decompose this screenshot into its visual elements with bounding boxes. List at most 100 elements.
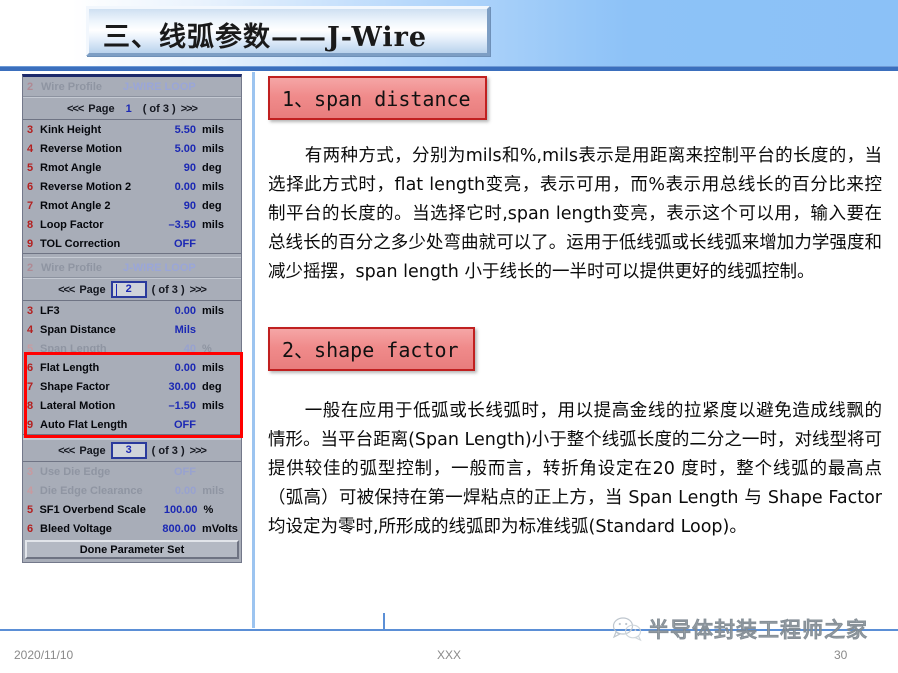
parameter-name: Lateral Motion — [40, 399, 116, 412]
parameter-value[interactable]: 90 — [142, 162, 202, 174]
parameter-unit: mils — [202, 142, 225, 155]
parameter-index: 6 — [27, 180, 34, 193]
parameter-unit: deg — [202, 161, 222, 174]
parameter-row[interactable]: 8 Loop Factor –3.50 mils — [23, 215, 241, 234]
page-navigator[interactable]: <<< Page 1 ( of 3 ) >>> — [23, 97, 241, 120]
parameter-value[interactable]: 90 — [142, 200, 202, 212]
parameter-unit: deg — [202, 199, 222, 212]
page-label: Page — [79, 283, 106, 296]
parameter-name: Die Edge Clearance — [39, 484, 143, 497]
parameter-row[interactable]: 9 TOL Correction OFF — [23, 234, 241, 253]
parameter-index: 8 — [27, 218, 34, 231]
next-page-button[interactable]: >>> — [190, 284, 207, 296]
next-page-button[interactable]: >>> — [181, 103, 198, 115]
parameter-row[interactable]: 9 Auto Flat Length OFF — [23, 415, 241, 434]
parameter-value[interactable]: 5.00 — [142, 143, 202, 155]
parameter-value[interactable]: 5.50 — [142, 124, 202, 136]
parameter-value[interactable]: 40 — [142, 343, 202, 355]
section-1-paragraph: 有两种方式，分别为mils和%,mils表示是用距离来控制平台的长度的，当选择此… — [268, 146, 882, 282]
parameter-row[interactable]: 7 Rmot Angle 2 90 deg — [23, 196, 241, 215]
parameter-row[interactable]: 7 Shape Factor 30.00 deg — [23, 377, 241, 396]
parameter-index: 5 — [27, 503, 34, 516]
parameter-row[interactable]: 8 Lateral Motion –1.50 mils — [23, 396, 241, 415]
parameter-row[interactable]: 3 Kink Height 5.50 mils — [23, 120, 241, 139]
wechat-icon — [612, 617, 642, 642]
prev-page-button[interactable]: <<< — [67, 103, 84, 115]
parameter-value[interactable]: Mils — [142, 324, 202, 336]
page-number-input[interactable]: 3 — [110, 442, 147, 459]
parameter-index: 3 — [27, 304, 34, 317]
wire-profile-value[interactable]: J-WIRE LOOP — [123, 262, 196, 274]
prev-page-button[interactable]: <<< — [58, 445, 75, 457]
heading-2-wrap: 2、shape factor — [268, 327, 882, 371]
parameter-name: Flat Length — [40, 361, 100, 374]
parameter-value[interactable]: OFF — [142, 419, 202, 431]
parameter-name: Span Distance — [40, 323, 116, 336]
parameter-row[interactable]: 6 Bleed Voltage 800.00 mVolts — [23, 519, 241, 538]
parameter-unit: mils — [202, 361, 225, 374]
parameter-row[interactable]: 5 Rmot Angle 90 deg — [23, 158, 241, 177]
page-count-label: ( of 3 ) — [151, 283, 185, 296]
parameter-index: 9 — [27, 418, 34, 431]
page-navigator[interactable]: <<< Page 2 ( of 3 ) >>> — [23, 278, 241, 301]
parameter-value[interactable]: –1.50 — [142, 400, 202, 412]
content-column: 1、span distance 有两种方式，分别为mils和%,mils表示是用… — [268, 76, 882, 542]
column-divider — [252, 72, 255, 628]
parameter-unit: mils — [202, 218, 225, 231]
parameter-name: Rmot Angle — [40, 161, 102, 174]
parameter-row[interactable]: 3 Use Die Edge OFF — [23, 462, 241, 481]
parameter-row[interactable]: 6 Reverse Motion 2 0.00 mils — [23, 177, 241, 196]
parameter-value[interactable]: 0.00 — [142, 305, 202, 317]
wire-profile-row[interactable]: 2 Wire Profile J-WIRE LOOP — [23, 77, 241, 97]
parameter-value[interactable]: 100.00 — [146, 504, 204, 516]
parameter-name: Shape Factor — [40, 380, 110, 393]
footer-tick-mark — [383, 613, 385, 629]
parameter-row[interactable]: 5 SF1 Overbend Scale 100.00% — [23, 500, 241, 519]
next-page-button[interactable]: >>> — [190, 445, 207, 457]
wire-profile-value[interactable]: J-WIRE LOOP — [123, 81, 196, 93]
row-index: 2 — [27, 80, 34, 93]
done-parameter-set-button[interactable]: Done Parameter Set — [25, 540, 239, 559]
parameter-name: Auto Flat Length — [40, 418, 128, 431]
page-number-input[interactable]: 2 — [110, 281, 147, 298]
footer-date: 2020/11/10 — [14, 648, 74, 662]
parameter-index: 4 — [27, 142, 34, 155]
parameter-index: 3 — [27, 123, 34, 136]
prev-page-button[interactable]: <<< — [58, 284, 75, 296]
parameter-index: 9 — [27, 237, 34, 250]
parameter-value[interactable]: 800.00 — [142, 523, 202, 535]
page-label: Page — [88, 102, 115, 115]
parameter-name: Reverse Motion — [40, 142, 122, 155]
parameter-row[interactable]: 4 Span Distance Mils — [23, 320, 241, 339]
heading-1-wrap: 1、span distance — [268, 76, 882, 120]
parameter-value[interactable]: 0.00 — [142, 181, 202, 193]
page-label: Page — [79, 444, 106, 457]
parameter-value[interactable]: 0.00 — [142, 362, 202, 374]
parameter-unit: mVolts — [202, 522, 238, 535]
parameter-row[interactable]: 4 Reverse Motion 5.00 mils — [23, 139, 241, 158]
parameter-row[interactable]: 5 Span Length 40% — [23, 339, 241, 358]
parameter-value[interactable]: 0.00 — [143, 485, 203, 497]
wire-profile-row[interactable]: 2 Wire Profile J-WIRE LOOP — [23, 258, 241, 278]
parameter-name: TOL Correction — [40, 237, 121, 250]
parameter-unit: mils — [202, 180, 225, 193]
parameter-row[interactable]: 4 Die Edge Clearance 0.00 mils — [23, 481, 241, 500]
page-count-label: ( of 3 ) — [142, 102, 176, 115]
parameter-row[interactable]: 3 LF3 0.00 mils — [23, 301, 241, 320]
parameter-index: 4 — [27, 484, 34, 497]
wire-profile-label: Wire Profile — [41, 80, 103, 93]
parameter-index: 3 — [27, 465, 34, 478]
wire-parameter-panel[interactable]: 2 Wire Profile J-WIRE LOOP <<< Page 1 ( of 3 )… — [22, 74, 242, 563]
page-navigator[interactable]: <<< Page 3 ( of 3 ) >>> — [23, 439, 241, 462]
parameter-value[interactable]: OFF — [142, 238, 202, 250]
parameter-name: Rmot Angle 2 — [40, 199, 111, 212]
footer-center-label: XXX — [437, 648, 462, 662]
page-number-value[interactable]: 1 — [120, 103, 138, 115]
watermark: 半导体封装工程师之家 — [612, 612, 884, 646]
parameter-row[interactable]: 6 Flat Length 0.00 mils — [23, 358, 241, 377]
parameter-index: 4 — [27, 323, 34, 336]
parameter-value[interactable]: –3.50 — [142, 219, 202, 231]
parameter-value[interactable]: OFF — [142, 466, 202, 478]
parameter-value[interactable]: 30.00 — [142, 381, 202, 393]
parameter-unit: mils — [202, 484, 225, 497]
